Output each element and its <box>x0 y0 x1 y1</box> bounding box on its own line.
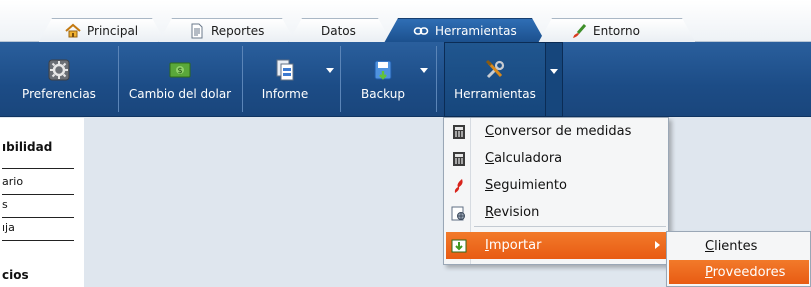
import-icon <box>451 239 467 252</box>
importar-submenu: Clientes Proveedores <box>666 231 811 287</box>
backup-dropdown-arrow[interactable] <box>420 68 428 73</box>
left-panel-item[interactable]: ıja <box>2 221 74 241</box>
tab-label: Herramientas <box>435 24 517 38</box>
menu-item-label: Revision <box>485 205 540 220</box>
submenu-item-proveedores[interactable]: Proveedores <box>669 260 809 284</box>
money-icon: $ <box>169 62 191 77</box>
tab-label: Entorno <box>593 24 640 38</box>
tab-label: Reportes <box>211 24 265 38</box>
informe-button[interactable]: Informe <box>250 42 320 117</box>
tracking-icon <box>454 178 463 193</box>
tab-herramientas[interactable]: Herramientas <box>384 18 546 43</box>
calculator-icon <box>453 151 465 166</box>
cambio-dolar-button[interactable]: $ Cambio del dolar <box>124 42 236 117</box>
brush-icon <box>571 23 587 39</box>
gear-icon <box>48 59 70 80</box>
review-icon <box>451 206 465 220</box>
menu-item-label: Importar <box>485 238 542 253</box>
menu-item-conversor[interactable]: Conversor de medidas <box>446 118 666 145</box>
ribbon-separator <box>242 46 243 112</box>
submenu-item-label: Proveedores <box>705 264 786 280</box>
backup-icon <box>374 60 392 80</box>
preferencias-label: Preferencias <box>22 86 96 101</box>
backup-button[interactable]: Backup <box>348 42 418 117</box>
left-panel-item[interactable]: s <box>2 198 74 218</box>
herramientas-dropdown-button[interactable] <box>545 42 563 117</box>
menu-item-importar[interactable]: Importar <box>446 232 666 259</box>
tab-label: Principal <box>87 24 139 38</box>
informe-label: Informe <box>261 86 309 101</box>
tab-reportes[interactable]: Reportes <box>158 18 296 43</box>
herramientas-label: Herramientas <box>454 86 536 101</box>
ribbon-separator <box>340 46 341 112</box>
calculator-icon <box>453 124 465 139</box>
submenu-item-label: Clientes <box>705 238 758 254</box>
svg-text:$: $ <box>177 66 182 75</box>
submenu-item-clientes[interactable]: Clientes <box>669 234 809 258</box>
tools-icon <box>485 59 505 78</box>
tab-principal[interactable]: Principal <box>38 18 166 43</box>
menu-item-label: Calculadora <box>485 151 563 166</box>
tab-entorno[interactable]: Entorno <box>538 18 696 43</box>
report-icon <box>276 59 294 80</box>
tab-label: Datos <box>321 24 356 38</box>
document-icon <box>189 23 205 39</box>
section-heading: cios <box>2 268 29 282</box>
cambio-dolar-label: Cambio del dolar <box>128 86 232 101</box>
tab-datos[interactable]: Datos <box>288 18 392 43</box>
preferencias-button[interactable]: Preferencias <box>6 42 112 117</box>
left-panel-item[interactable]: ario <box>2 175 74 195</box>
backup-label: Backup <box>361 86 405 101</box>
section-heading: ıbilidad <box>2 140 53 154</box>
ribbon-tab-strip: Principal Reportes Datos Herramientas En… <box>0 0 811 42</box>
left-panel: ıbilidad ario s ıja cios <box>0 118 84 287</box>
menu-item-revision[interactable]: Revision <box>446 199 666 226</box>
ribbon-toolbar: Preferencias $ Cambio del dolar Informe … <box>0 42 811 117</box>
link-icon <box>413 23 429 39</box>
herramientas-button[interactable]: Herramientas <box>444 42 546 117</box>
ribbon-separator <box>436 46 437 112</box>
informe-dropdown-arrow[interactable] <box>326 68 334 73</box>
menu-item-label: Seguimiento <box>485 178 567 193</box>
herramientas-menu: Conversor de medidas Calculadora Seguimi… <box>443 117 669 265</box>
menu-item-calculadora[interactable]: Calculadora <box>446 145 666 172</box>
submenu-arrow-icon <box>655 241 660 249</box>
ribbon-separator <box>118 46 119 112</box>
menu-separator <box>474 226 666 227</box>
menu-item-seguimiento[interactable]: Seguimiento <box>446 172 666 199</box>
divider <box>2 168 74 169</box>
chevron-down-icon <box>550 69 558 74</box>
home-icon <box>65 23 81 39</box>
menu-item-label: Conversor de medidas <box>485 124 632 139</box>
